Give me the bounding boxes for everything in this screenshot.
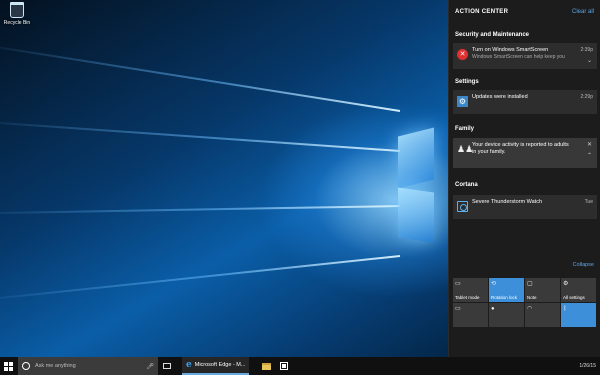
- quick-action-label: All settings: [563, 295, 585, 300]
- notification-time: 2:29p: [580, 94, 593, 100]
- taskbar-app-store[interactable]: [275, 357, 293, 375]
- quick-action-label: Rotation lock: [491, 295, 518, 300]
- notification-title: Severe Thunderstorm Watch: [472, 199, 543, 205]
- wallpaper-beam: [0, 119, 401, 152]
- quick-action-icon: ●: [491, 306, 495, 312]
- task-view-button[interactable]: [158, 357, 176, 375]
- quick-action-icon: ▭: [455, 306, 461, 312]
- note-icon: ▢: [527, 281, 533, 287]
- quick-action-tile[interactable]: ●: [489, 303, 524, 327]
- wallpaper-beam: [0, 205, 401, 215]
- action-center-panel: ACTION CENTER Clear all Security and Mai…: [448, 0, 600, 357]
- notification-time: Tue: [584, 199, 593, 205]
- notification-body: Windows SmartScreen can help keep you: [472, 54, 565, 60]
- store-icon: [280, 362, 289, 370]
- notification-family[interactable]: ♟♟ Your device activity is reported to a…: [453, 138, 597, 168]
- wallpaper-window-pane: [398, 127, 434, 189]
- settings-icon: ⚙: [563, 281, 569, 287]
- cortana-search-box[interactable]: Ask me anything 🎤︎: [18, 357, 158, 375]
- tablet-mode-icon: ▭: [455, 281, 461, 287]
- quick-action-tile[interactable]: ▭: [453, 303, 488, 327]
- action-center-header: ACTION CENTER Clear all: [449, 0, 600, 24]
- quick-action-tablet-mode[interactable]: ▭ Tablet mode: [453, 278, 488, 302]
- folder-icon: [261, 362, 271, 370]
- action-center-title: ACTION CENTER: [455, 9, 509, 15]
- task-view-icon: [163, 363, 171, 369]
- collapse-button[interactable]: Collapse: [573, 262, 594, 268]
- group-title-family: Family: [455, 126, 475, 132]
- rotation-lock-icon: ⟲: [491, 281, 497, 287]
- recycle-bin-icon: [10, 2, 24, 18]
- clock[interactable]: 1/26/15: [579, 363, 596, 369]
- desktop-icon-recycle-bin[interactable]: Recycle Bin: [2, 2, 32, 26]
- notification-title: Your device activity is reported to adul…: [472, 142, 569, 155]
- notification-updates[interactable]: ⚙ Updates were installed 2:29p: [453, 90, 597, 114]
- bluetooth-icon: ᛒ: [563, 306, 567, 312]
- notification-cortana[interactable]: Severe Thunderstorm Watch Tue: [453, 195, 597, 219]
- quick-action-bluetooth[interactable]: ᛒ: [561, 303, 596, 327]
- quick-action-label: Note: [527, 295, 537, 300]
- group-title-settings: Settings: [455, 79, 479, 85]
- error-icon: ✕: [457, 49, 468, 60]
- chevron-down-icon[interactable]: ⌄: [587, 57, 592, 64]
- quick-actions-grid: ▭ Tablet mode ⟲ Rotation lock ▢ Note ⚙ A…: [453, 278, 597, 327]
- quick-action-wifi[interactable]: ◠: [525, 303, 560, 327]
- group-title-security: Security and Maintenance: [455, 32, 530, 38]
- close-icon[interactable]: ✕: [587, 141, 592, 148]
- taskbar-app-edge[interactable]: e Microsoft Edge - M...: [182, 357, 250, 375]
- cortana-icon: [457, 201, 468, 212]
- windows-logo-icon: [3, 361, 13, 371]
- notification-time: 2:39p: [580, 47, 593, 53]
- gear-icon: ⚙: [457, 96, 468, 107]
- notification-smartscreen[interactable]: ✕ Turn on Windows SmartScreen Windows Sm…: [453, 43, 597, 69]
- quick-action-rotation-lock[interactable]: ⟲ Rotation lock: [489, 278, 524, 302]
- system-tray: 1/26/15: [579, 363, 600, 369]
- quick-action-all-settings[interactable]: ⚙ All settings: [561, 278, 596, 302]
- taskbar-app-file-explorer[interactable]: [257, 357, 275, 375]
- clear-all-button[interactable]: Clear all: [572, 9, 594, 15]
- edge-icon: e: [186, 360, 192, 370]
- wallpaper-beam: [0, 41, 401, 112]
- cortana-circle-icon: [22, 362, 30, 370]
- clock-date: 1/26/15: [579, 363, 596, 369]
- group-title-cortana: Cortana: [455, 182, 478, 188]
- notification-title: Turn on Windows SmartScreen: [472, 47, 549, 53]
- taskbar: Ask me anything 🎤︎ e Microsoft Edge - M.…: [0, 357, 600, 375]
- wifi-icon: ◠: [527, 306, 533, 312]
- quick-action-note[interactable]: ▢ Note: [525, 278, 560, 302]
- taskbar-app-label: Microsoft Edge - M...: [194, 362, 246, 368]
- desktop-icon-label: Recycle Bin: [3, 20, 31, 26]
- quick-action-label: Tablet mode: [455, 295, 480, 300]
- family-icon: ♟♟: [457, 144, 474, 154]
- wallpaper-beam: [0, 255, 401, 303]
- wallpaper-window-pane: [398, 187, 434, 243]
- chevron-up-icon[interactable]: ⌃: [587, 152, 592, 159]
- microphone-icon[interactable]: 🎤︎: [146, 363, 154, 370]
- search-placeholder: Ask me anything: [35, 363, 76, 369]
- notification-title: Updates were installed: [472, 94, 528, 100]
- start-button[interactable]: [0, 357, 16, 375]
